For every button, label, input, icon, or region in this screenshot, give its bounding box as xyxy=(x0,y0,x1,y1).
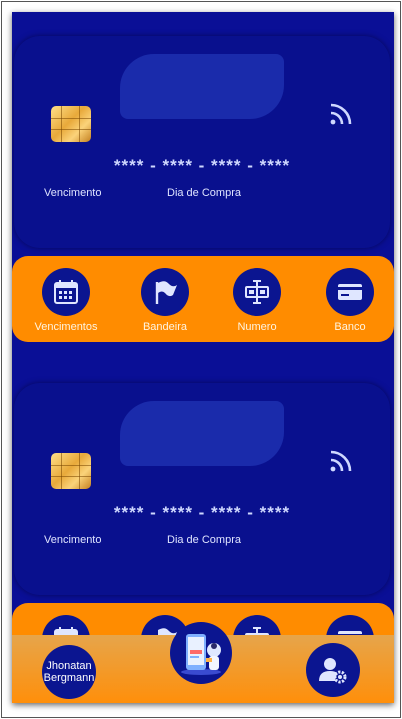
card-options-1: Vencimentos Bandeira Numero Banco xyxy=(12,256,394,342)
app-screen: **** - **** - **** - **** Vencimento Dia… xyxy=(12,12,394,703)
bottom-nav: Jhonatan Bergmann xyxy=(12,622,394,703)
text-cursor-icon xyxy=(245,280,269,304)
card-number: **** - **** - **** - **** xyxy=(113,156,291,175)
user-settings-icon xyxy=(319,658,347,684)
user-first-name: Jhonatan xyxy=(46,660,92,672)
credit-card-1[interactable]: **** - **** - **** - **** Vencimento Dia… xyxy=(14,36,390,248)
contactless-icon xyxy=(330,450,352,472)
card-chip-icon xyxy=(51,453,91,489)
purchase-day-label: Dia de Compra xyxy=(167,187,241,199)
expiry-label: Vencimento xyxy=(44,187,102,199)
calendar-icon xyxy=(54,280,78,304)
credit-card-2[interactable]: **** - **** - **** - **** Vencimento Dia… xyxy=(14,383,390,595)
credit-card-icon xyxy=(338,284,362,300)
expiry-label: Vencimento xyxy=(44,534,102,546)
screen-frame: **** - **** - **** - **** Vencimento Dia… xyxy=(1,1,401,718)
option-label: Banco xyxy=(334,321,366,333)
user-avatar-button[interactable]: Jhonatan Bergmann xyxy=(42,645,96,699)
option-label: Bandeira xyxy=(142,321,188,333)
card-number: **** - **** - **** - **** xyxy=(113,503,291,522)
option-bandeira[interactable]: Bandeira xyxy=(129,268,201,333)
user-last-name: Bergmann xyxy=(43,672,95,684)
option-label: Numero xyxy=(237,321,277,333)
purchase-day-label: Dia de Compra xyxy=(167,534,241,546)
user-settings-button[interactable] xyxy=(306,643,360,697)
phone-payment-illustration-icon xyxy=(181,634,221,675)
card-chip-icon xyxy=(51,106,91,142)
option-banco[interactable]: Banco xyxy=(314,268,386,333)
flag-icon xyxy=(155,281,177,304)
option-label: Vencimentos xyxy=(34,321,98,333)
option-numero[interactable]: Numero xyxy=(221,268,293,333)
contactless-icon xyxy=(330,103,352,125)
add-card-button[interactable] xyxy=(170,622,232,684)
card-decoration xyxy=(120,54,284,119)
card-decoration xyxy=(120,401,284,466)
option-vencimentos[interactable]: Vencimentos xyxy=(30,268,102,333)
